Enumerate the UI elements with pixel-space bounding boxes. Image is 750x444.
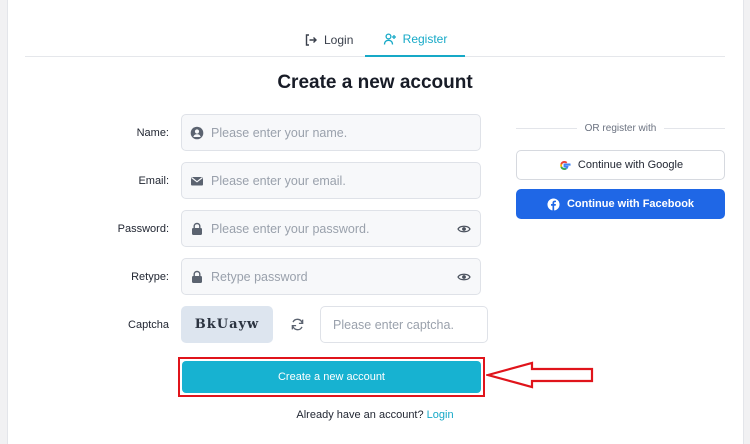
divider-line — [664, 127, 725, 129]
already-text: Already have an account? — [296, 409, 424, 421]
captcha-image: BkUayw — [181, 306, 273, 343]
captcha-label: Captcha — [128, 319, 169, 331]
facebook-button-label: Continue with Facebook — [566, 198, 695, 210]
tab-login[interactable]: Login — [304, 22, 353, 57]
eye-icon[interactable] — [457, 223, 471, 235]
retype-label: Retype: — [131, 271, 169, 283]
google-button-label: Continue with Google — [577, 159, 684, 171]
google-button[interactable]: Continue with Google — [516, 150, 725, 180]
create-account-button[interactable]: Create a new account — [182, 361, 481, 393]
annotation-arrow-icon — [486, 361, 594, 389]
name-label: Name: — [136, 127, 169, 139]
email-label: Email: — [138, 175, 169, 187]
retype-input[interactable] — [211, 259, 451, 294]
login-icon — [305, 33, 317, 46]
auth-tabs: Login Register — [25, 22, 725, 57]
facebook-button[interactable]: Continue with Facebook — [516, 189, 725, 219]
tab-login-label: Login — [324, 32, 354, 47]
name-input[interactable] — [211, 115, 451, 150]
user-circle-icon — [190, 126, 204, 140]
eye-icon[interactable] — [457, 271, 471, 283]
captcha-input[interactable] — [333, 307, 483, 342]
user-plus-icon — [383, 32, 396, 45]
already-have-account: Already have an account? Login — [0, 409, 750, 421]
lock-icon — [192, 270, 202, 283]
email-input[interactable] — [211, 163, 451, 198]
email-field-container — [181, 162, 481, 199]
captcha-field-container — [320, 306, 488, 343]
or-divider: OR register with — [516, 121, 725, 135]
envelope-icon — [191, 177, 203, 186]
password-field-container — [181, 210, 481, 247]
retype-field-container — [181, 258, 481, 295]
tab-register[interactable]: Register — [365, 22, 465, 57]
tab-register-label: Register — [402, 31, 448, 46]
login-link[interactable]: Login — [427, 409, 454, 421]
or-register-text: OR register with — [584, 122, 657, 134]
refresh-icon[interactable] — [290, 317, 305, 332]
divider-line — [516, 127, 577, 129]
password-input[interactable] — [211, 211, 451, 246]
google-icon — [560, 160, 571, 170]
lock-icon — [192, 222, 202, 235]
facebook-icon — [547, 197, 560, 211]
page-title: Create a new account — [277, 72, 473, 93]
password-label: Password: — [117, 223, 169, 235]
name-field-container — [181, 114, 481, 151]
